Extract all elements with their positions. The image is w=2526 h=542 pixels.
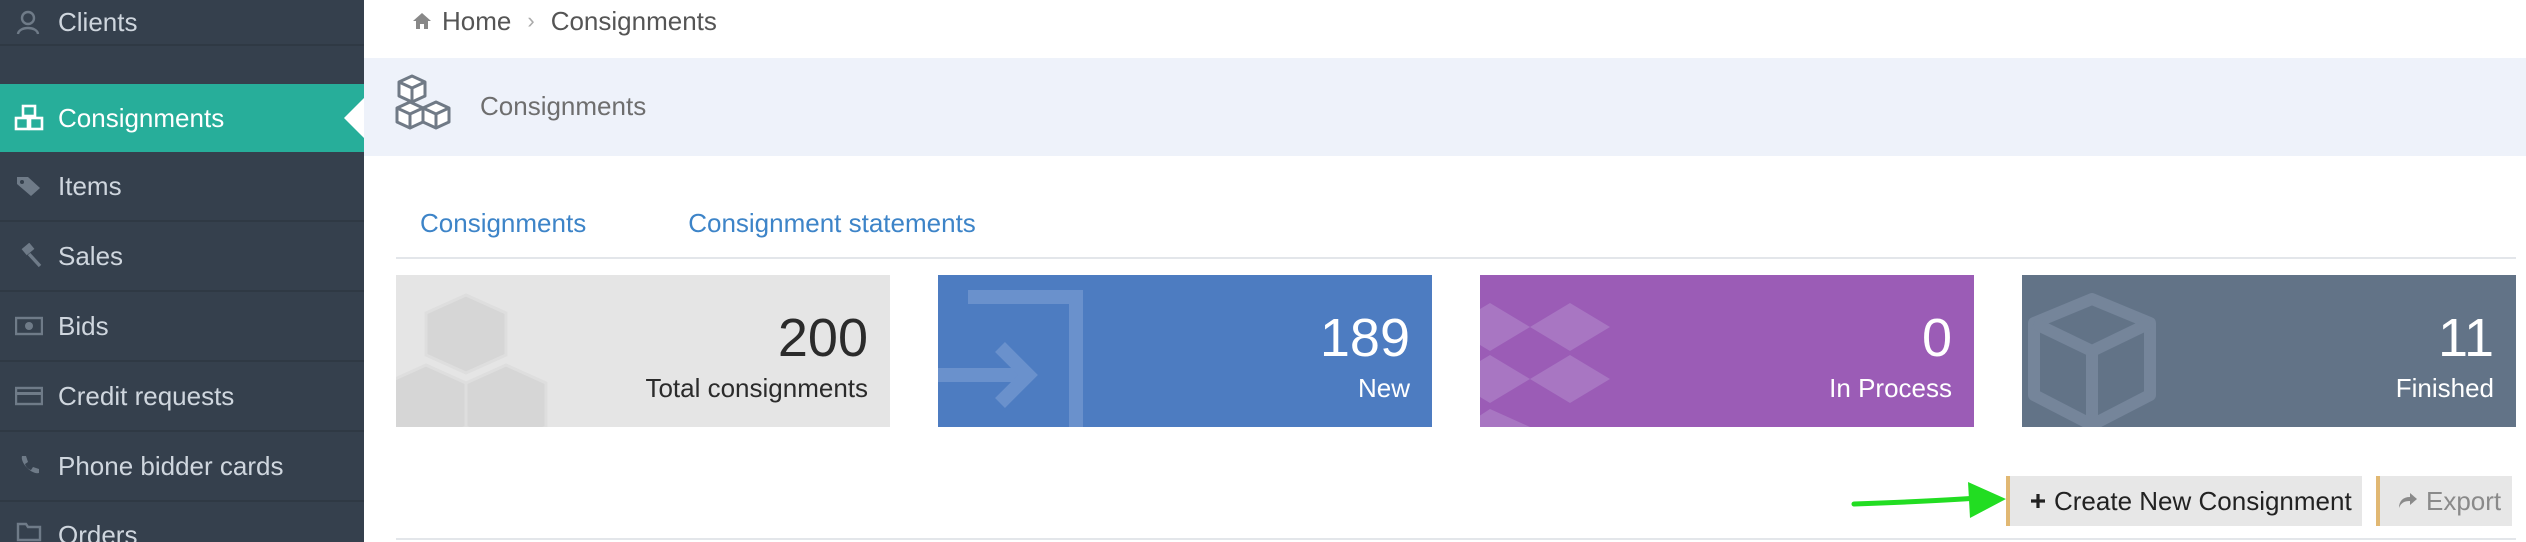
stat-card-finished[interactable]: 11 Finished — [2022, 275, 2516, 427]
home-icon — [412, 6, 432, 37]
sidebar-item-label: Sales — [58, 240, 124, 271]
sidebar-item-consignments[interactable]: Consignments — [0, 84, 364, 152]
folder-icon — [14, 516, 44, 542]
breadcrumb-current: Consignments — [550, 5, 717, 36]
dropbox-icon — [1480, 275, 1630, 427]
sidebar-item-label: Orders — [58, 520, 138, 542]
sidebar-item-label: Phone bidder cards — [58, 450, 284, 481]
stat-value: 200 — [777, 308, 868, 368]
sidebar-item-label: Credit requests — [58, 380, 235, 411]
stat-card-total[interactable]: 200 Total consignments — [396, 275, 890, 427]
active-indicator — [344, 98, 364, 138]
sign-in-icon — [938, 275, 1098, 427]
content-divider — [396, 538, 2516, 540]
stat-value: 0 — [1921, 308, 1952, 368]
stat-value: 11 — [2437, 308, 2494, 368]
gavel-icon — [14, 241, 44, 271]
sidebar-item-bids[interactable]: Bids — [0, 292, 364, 362]
money-icon — [14, 311, 44, 341]
annotation-arrow — [1851, 482, 2006, 518]
breadcrumb: Home › Consignments — [412, 4, 717, 38]
sidebar-item-label: Items — [58, 170, 122, 201]
sidebar-item-credit-requests[interactable]: Credit requests — [0, 362, 364, 432]
sidebar: Clients Consignments Items Sales Bids Cr… — [0, 0, 364, 542]
page-title: Consignments — [480, 91, 647, 121]
export-button-label: Export — [2426, 485, 2502, 516]
sidebar-item-phone-bidder-cards[interactable]: Phone bidder cards — [0, 432, 364, 502]
consignments-icon — [14, 103, 44, 133]
create-button-label: Create New Consignment — [2054, 485, 2352, 516]
stat-label: New — [1357, 373, 1410, 403]
tab-consignment-statements[interactable]: Consignment statements — [664, 200, 1000, 246]
cubes-icon — [394, 72, 456, 135]
sidebar-item-orders[interactable]: Orders — [0, 502, 364, 542]
page-header: Consignments — [364, 58, 2526, 156]
stat-card-new[interactable]: 189 New — [938, 275, 1432, 427]
sidebar-item-label: Consignments — [58, 102, 225, 133]
sidebar-item-sales[interactable]: Sales — [0, 222, 364, 292]
export-button[interactable]: Export — [2376, 476, 2512, 526]
credit-card-icon — [14, 381, 44, 411]
stat-label: Total consignments — [645, 373, 868, 403]
phone-icon — [14, 451, 44, 481]
create-consignment-button[interactable]: Create New Consignment — [2006, 476, 2362, 526]
clients-icon — [14, 7, 44, 37]
sidebar-item-clients[interactable]: Clients — [0, 0, 364, 46]
cube-icon — [2022, 275, 2172, 427]
stat-card-in-process[interactable]: 0 In Process — [1480, 275, 1974, 427]
sidebar-item-label: Bids — [58, 310, 109, 341]
breadcrumb-separator: › — [527, 8, 535, 33]
tags-icon — [14, 171, 44, 201]
share-icon — [2398, 492, 2418, 510]
stat-label: Finished — [2395, 373, 2494, 403]
sidebar-item-items[interactable]: Items — [0, 152, 364, 222]
tab-divider — [396, 257, 2516, 259]
breadcrumb-home-link[interactable]: Home — [442, 6, 511, 37]
plus-icon — [2030, 493, 2046, 509]
tab-consignments[interactable]: Consignments — [396, 200, 610, 246]
stat-value: 189 — [1319, 308, 1410, 368]
cubes-icon — [396, 275, 596, 427]
stat-label: In Process — [1829, 373, 1952, 403]
sidebar-item-label: Clients — [58, 6, 138, 37]
tab-bar: Consignments Consignment statements — [396, 200, 1054, 246]
